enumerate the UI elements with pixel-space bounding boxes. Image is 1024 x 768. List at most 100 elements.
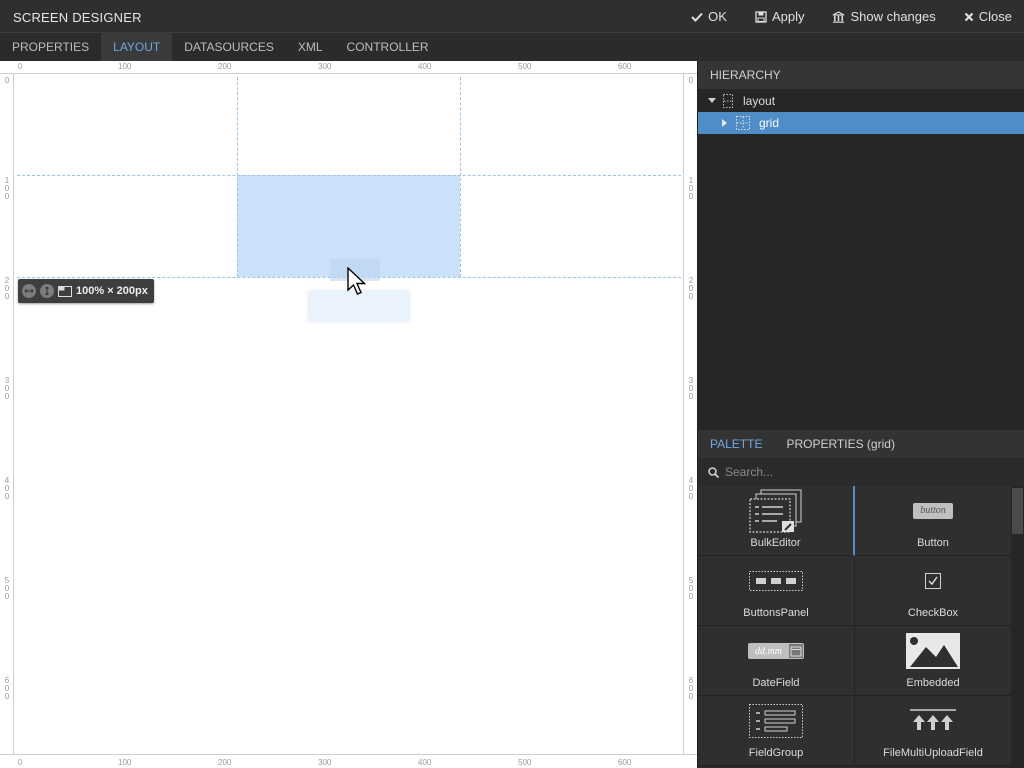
editor-tabs: PROPERTIES LAYOUT DATASOURCES XML CONTRO… <box>0 33 697 61</box>
check-icon <box>691 12 703 22</box>
palette-search <box>698 458 1024 486</box>
ruler-label: 200 <box>688 276 694 301</box>
size-label: 100% × 200px <box>76 285 148 297</box>
bulk-editor-icon <box>748 489 801 533</box>
show-changes-button[interactable]: Show changes <box>832 9 936 24</box>
palette-item-label: BulkEditor <box>750 537 801 549</box>
ruler-label: 100 <box>118 758 132 767</box>
ruler-label: 200 <box>4 276 10 301</box>
palette-item-label: FileMultiUploadField <box>883 747 983 759</box>
scrollbar-thumb[interactable] <box>1012 488 1023 534</box>
close-label: Close <box>978 9 1012 24</box>
tree-item-label: grid <box>759 116 780 130</box>
palette-grid: BulkEditor button Button ButtonsPanel Ch… <box>698 486 1012 768</box>
palette-item-checkbox[interactable]: CheckBox <box>855 556 1012 626</box>
ruler-label: 400 <box>4 476 10 501</box>
ruler-label: 200 <box>218 758 232 767</box>
vbox-layout-icon <box>723 94 733 108</box>
ruler-top: 0 100 200 300 400 500 600 <box>0 61 697 74</box>
mouse-cursor-icon <box>347 267 367 295</box>
show-changes-label: Show changes <box>850 9 936 24</box>
multi-upload-icon <box>910 709 956 730</box>
caret-down-icon[interactable] <box>708 98 716 104</box>
ruler-label: 400 <box>688 476 694 501</box>
ruler-label: 500 <box>518 758 532 767</box>
field-group-icon <box>749 704 803 738</box>
search-icon <box>708 466 719 478</box>
ruler-label: 600 <box>4 676 10 701</box>
palette-item-filemultiuploadfield[interactable]: FileMultiUploadField <box>855 696 1012 766</box>
ruler-label: 200 <box>218 62 232 71</box>
ruler-label: 0 <box>4 76 10 85</box>
grid-layout-icon <box>736 116 750 130</box>
ruler-label: 0 <box>18 758 23 767</box>
tree-item-layout[interactable]: layout <box>698 90 1024 112</box>
ruler-label: 100 <box>688 176 694 201</box>
ruler-label: 0 <box>688 76 694 85</box>
hierarchy-tree: layout grid <box>698 90 1024 430</box>
palette-item-embedded[interactable]: Embedded <box>855 626 1012 696</box>
design-canvas[interactable]: 0 100 200 300 400 500 600 0 100 200 300 … <box>0 61 697 768</box>
ruler-bottom: 0 100 200 300 400 500 600 <box>0 754 697 768</box>
ruler-label: 100 <box>118 62 132 71</box>
top-bar: SCREEN DESIGNER OK Apply Show changes Cl… <box>0 0 1024 33</box>
caret-right-icon[interactable] <box>722 119 728 127</box>
flag-icon[interactable] <box>58 285 72 297</box>
ok-label: OK <box>708 9 727 24</box>
close-icon <box>964 12 974 21</box>
tab-properties[interactable]: PROPERTIES <box>0 33 101 61</box>
ruler-right: 0 100 200 300 400 500 600 <box>683 74 697 754</box>
tab-controller[interactable]: CONTROLLER <box>335 33 441 61</box>
size-badge: 100% × 200px <box>18 279 154 303</box>
tab-layout[interactable]: LAYOUT <box>101 33 173 61</box>
palette-item-fieldgroup[interactable]: FieldGroup <box>698 696 855 766</box>
save-icon <box>755 10 767 23</box>
ruler-left: 0 100 200 300 400 500 600 <box>0 74 14 754</box>
ruler-label: 500 <box>518 62 532 71</box>
palette-item-label: CheckBox <box>907 607 959 619</box>
right-panel: HIERARCHY layout grid PALETTE PROPERTIES… <box>697 61 1024 768</box>
ruler-label: 600 <box>688 676 694 701</box>
calendar-icon <box>789 644 803 658</box>
search-input[interactable] <box>725 465 1005 479</box>
palette-item-buttonspanel[interactable]: ButtonsPanel <box>698 556 855 626</box>
palette-item-label: Embedded <box>906 677 960 689</box>
palette-item-label: FieldGroup <box>748 747 804 759</box>
button-icon: button <box>913 503 953 519</box>
tree-item-grid[interactable]: grid <box>698 112 1024 134</box>
palette-scrollbar[interactable] <box>1011 486 1024 768</box>
ruler-label: 100 <box>4 176 10 201</box>
palette-item-bulkeditor[interactable]: BulkEditor <box>698 486 855 556</box>
tab-palette[interactable]: PALETTE <box>698 430 774 458</box>
palette-tabs: PALETTE PROPERTIES (grid) <box>698 430 1024 458</box>
ruler-label: 300 <box>4 376 10 401</box>
close-button[interactable]: Close <box>964 9 1012 24</box>
grid-row-line <box>17 175 681 176</box>
tab-xml[interactable]: XML <box>286 33 335 61</box>
apply-label: Apply <box>771 9 805 24</box>
ok-button[interactable]: OK <box>691 9 727 24</box>
ruler-label: 400 <box>418 758 432 767</box>
width-resize-icon[interactable] <box>22 284 36 298</box>
grid-column-line <box>460 77 461 277</box>
tab-component-properties[interactable]: PROPERTIES (grid) <box>774 430 906 458</box>
ruler-label: 600 <box>618 62 632 71</box>
hierarchy-title: HIERARCHY <box>698 61 1024 90</box>
ruler-label: 600 <box>618 758 632 767</box>
palette-item-datefield[interactable]: dd.mm DateField <box>698 626 855 696</box>
ruler-label: 500 <box>4 576 10 601</box>
tab-datasources[interactable]: DATASOURCES <box>172 33 286 61</box>
palette-item-button[interactable]: button Button <box>855 486 1012 556</box>
height-resize-icon[interactable] <box>40 284 54 298</box>
ruler-label: 500 <box>688 576 694 601</box>
checkbox-icon <box>925 573 941 589</box>
palette-item-label: DateField <box>752 677 800 689</box>
date-field-icon-text: dd.mm <box>755 645 782 657</box>
palette-item-label: Button <box>917 537 949 549</box>
palette-item-label: ButtonsPanel <box>743 607 809 619</box>
date-field-icon: dd.mm <box>748 643 804 659</box>
image-icon <box>906 633 960 669</box>
ruler-label: 300 <box>318 758 332 767</box>
apply-button[interactable]: Apply <box>755 9 805 24</box>
app-title: SCREEN DESIGNER <box>13 10 142 25</box>
